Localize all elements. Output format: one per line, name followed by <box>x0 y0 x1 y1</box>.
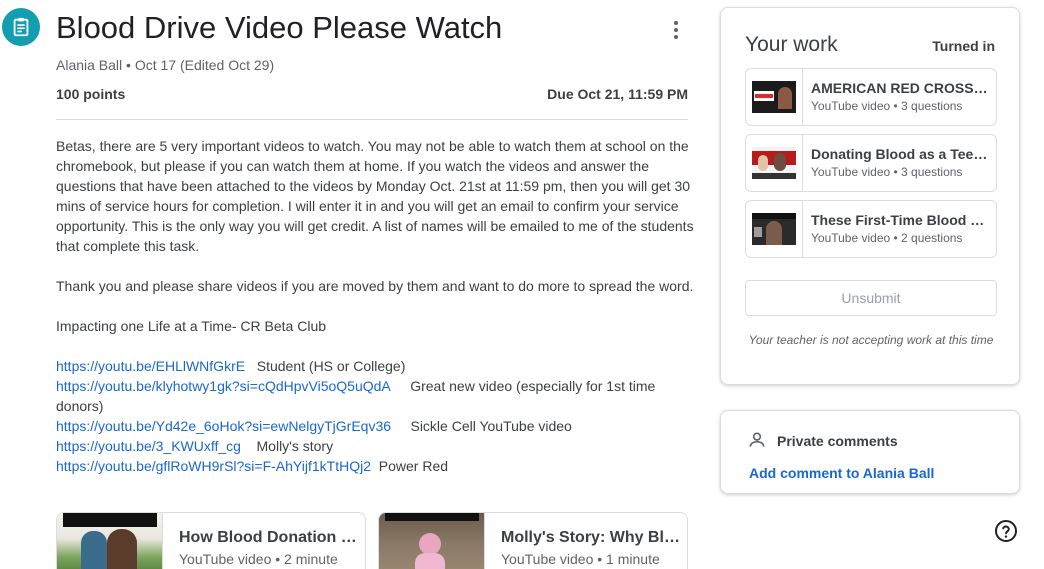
work-attachment[interactable]: These First-Time Blood Donors YouTube vi… <box>745 200 997 258</box>
link-item: https://youtu.be/3_KWUxff_cg Molly's sto… <box>56 436 696 456</box>
status-badge: Turned in <box>932 38 995 54</box>
submission-note: Your teacher is not accepting work at th… <box>748 333 994 347</box>
work-attachment-subtitle: YouTube video • 2 questions <box>811 231 963 245</box>
attachment-title: How Blood Donation Saves Lives <box>179 529 363 546</box>
help-icon[interactable] <box>994 519 1018 543</box>
work-attachment-info: These First-Time Blood Donors YouTube vi… <box>803 201 989 257</box>
assignment-points: 100 points <box>56 86 126 102</box>
your-work-panel: Your work Turned in AMERICAN RED CROSS B… <box>720 7 1020 385</box>
video-thumbnail <box>746 135 803 191</box>
link-label: Molly's story <box>256 438 334 454</box>
video-thumbnail <box>379 513 485 569</box>
more-options-icon[interactable] <box>664 16 688 44</box>
attachment-subtitle: YouTube video • 2 minute <box>179 551 338 567</box>
clipboard-icon <box>13 17 29 37</box>
link-item: https://youtu.be/gflRoWH9rSl?si=F-AhYijf… <box>56 456 696 476</box>
video-thumbnail <box>746 201 803 257</box>
assignment-icon <box>2 8 40 46</box>
page-title: Blood Drive Video Please Watch <box>56 10 503 45</box>
attachment-info: How Blood Donation Saves Lives YouTube v… <box>163 513 363 569</box>
link-item: https://youtu.be/klyhotwy1gk?si=cQdHpvVi… <box>56 376 696 416</box>
video-link[interactable]: https://youtu.be/3_KWUxff_cg <box>56 438 241 454</box>
attachment-info: Molly's Story: Why Blood Donation Matter… <box>485 513 685 569</box>
description-paragraph: Betas, there are 5 very important videos… <box>56 138 694 254</box>
attachment-subtitle: YouTube video • 1 minute <box>501 551 660 567</box>
attachment-card[interactable]: How Blood Donation Saves Lives YouTube v… <box>56 512 366 569</box>
work-attachment-subtitle: YouTube video • 3 questions <box>811 165 963 179</box>
work-attachment-subtitle: YouTube video • 3 questions <box>811 99 963 113</box>
link-label: Power Red <box>378 458 449 474</box>
assignment-due-date: Due Oct 21, 11:59 PM <box>547 86 688 102</box>
video-link[interactable]: https://youtu.be/klyhotwy1gk?si=cQdHpvVi… <box>56 378 391 394</box>
link-list: https://youtu.be/EHLlWNfGkrE Student (HS… <box>56 356 696 476</box>
work-attachment-title: Donating Blood as a Teenager <box>811 146 989 162</box>
attachment-title: Molly's Story: Why Blood Donation Matter… <box>501 529 685 546</box>
add-private-comment-link[interactable]: Add comment to Alania Ball <box>749 465 934 481</box>
work-attachment[interactable]: Donating Blood as a Teenager YouTube vid… <box>745 134 997 192</box>
description-paragraph: Thank you and please share videos if you… <box>56 278 694 294</box>
divider <box>56 119 688 120</box>
work-attachment[interactable]: AMERICAN RED CROSS BLOOD DONATION YouTub… <box>745 68 997 126</box>
private-comments-panel: Private comments Add comment to Alania B… <box>720 410 1020 494</box>
video-link[interactable]: https://youtu.be/Yd42e_6oHok?si=ewNelgyT… <box>56 418 391 434</box>
private-comments-title: Private comments <box>777 433 898 449</box>
link-label: Sickle Cell YouTube video <box>410 418 572 434</box>
unsubmit-button[interactable]: Unsubmit <box>745 280 997 316</box>
attachment-card[interactable]: Molly's Story: Why Blood Donation Matter… <box>378 512 688 569</box>
work-attachment-title: These First-Time Blood Donors <box>811 212 989 228</box>
work-attachment-info: Donating Blood as a Teenager YouTube vid… <box>803 135 989 191</box>
your-work-title: Your work <box>745 33 838 56</box>
person-icon <box>749 432 765 447</box>
assignment-description: Betas, there are 5 very important videos… <box>56 136 696 476</box>
link-item: https://youtu.be/EHLlWNfGkrE Student (HS… <box>56 356 696 376</box>
assignment-meta: Alania Ball • Oct 17 (Edited Oct 29) <box>56 57 275 73</box>
description-paragraph: Impacting one Life at a Time- CR Beta Cl… <box>56 318 327 334</box>
video-thumbnail <box>746 69 803 125</box>
work-attachment-info: AMERICAN RED CROSS BLOOD DONATION YouTub… <box>803 69 989 125</box>
link-label: Student (HS or College) <box>256 358 406 374</box>
video-link[interactable]: https://youtu.be/EHLlWNfGkrE <box>56 358 245 374</box>
work-attachment-title: AMERICAN RED CROSS BLOOD DONATION <box>811 80 989 96</box>
video-thumbnail <box>57 513 163 569</box>
link-item: https://youtu.be/Yd42e_6oHok?si=ewNelgyT… <box>56 416 696 436</box>
video-link[interactable]: https://youtu.be/gflRoWH9rSl?si=F-AhYijf… <box>56 458 371 474</box>
